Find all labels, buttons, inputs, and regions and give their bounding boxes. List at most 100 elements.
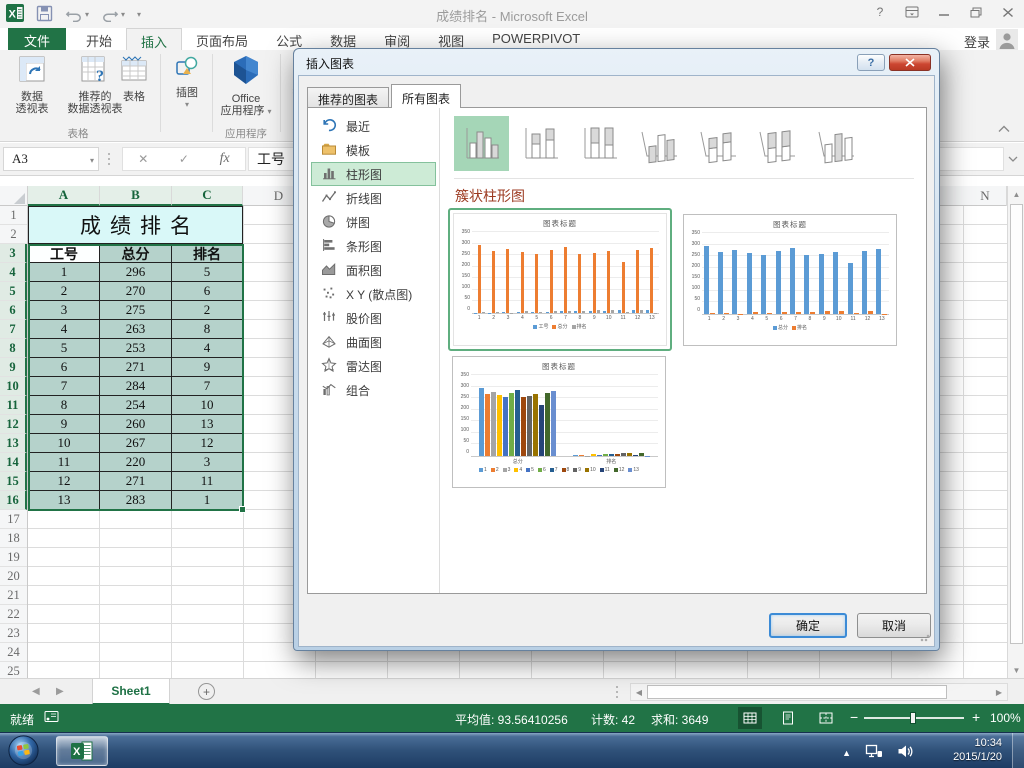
chart-preview-1[interactable]: 图表标题350300250200150100500123456789101112… <box>448 208 672 351</box>
sheet-nav-left-arrow[interactable]: ◀ <box>32 686 40 697</box>
volume-icon[interactable] <box>897 743 914 762</box>
table-cell[interactable]: 296 <box>100 263 172 282</box>
scroll-left-arrow[interactable]: ◀ <box>632 685 646 699</box>
row-header-20[interactable]: 20 <box>0 567 27 586</box>
row-header-10[interactable]: 10 <box>0 377 27 396</box>
row-header-16[interactable]: 16 <box>0 491 27 510</box>
close-button[interactable] <box>996 2 1020 22</box>
table-cell[interactable]: 2 <box>172 301 243 320</box>
chart-preview-3[interactable]: 图表标题350300250200150100500总分排名12345678910… <box>452 356 666 488</box>
table-cell[interactable]: 11 <box>172 472 243 491</box>
page-break-preview-button[interactable] <box>814 707 838 729</box>
chart-type-combo[interactable]: 组合 <box>311 378 436 402</box>
table-cell[interactable]: 7 <box>28 377 100 396</box>
name-box-dropdown[interactable]: ▾ <box>90 156 94 165</box>
illustrations-button[interactable]: 插图 ▾ <box>166 54 208 111</box>
ribbon-tab-file[interactable]: 文件 <box>8 28 66 50</box>
row-header-21[interactable]: 21 <box>0 586 27 605</box>
chart-type-recent[interactable]: 最近 <box>311 114 436 138</box>
row-header-3[interactable]: 3 <box>0 244 27 263</box>
zoom-level[interactable]: 100% <box>990 711 1021 725</box>
row-header-9[interactable]: 9 <box>0 358 27 377</box>
chart-type-pie[interactable]: 饼图 <box>311 210 436 234</box>
ribbon-display-options-button[interactable] <box>900 2 924 22</box>
table-cell[interactable]: 271 <box>100 472 172 491</box>
table-cell[interactable]: 275 <box>100 301 172 320</box>
chart-type-area[interactable]: 面积图 <box>311 258 436 282</box>
dialog-tab-all-charts[interactable]: 所有图表 <box>391 84 461 108</box>
row-header-17[interactable]: 17 <box>0 510 27 529</box>
pivottable-button[interactable]: 数据 透视表 <box>6 54 58 115</box>
vertical-scroll-thumb[interactable] <box>1010 204 1023 644</box>
table-cell[interactable]: 2 <box>28 282 100 301</box>
expand-formula-bar-icon[interactable] <box>1008 155 1018 165</box>
row-header-4[interactable]: 4 <box>0 263 27 282</box>
table-cell[interactable]: 6 <box>172 282 243 301</box>
table-cell[interactable]: 267 <box>100 434 172 453</box>
cancel-entry-icon[interactable]: ✕ <box>138 152 148 166</box>
row-header-24[interactable]: 24 <box>0 643 27 662</box>
subtype-stacked100-column[interactable] <box>572 116 627 171</box>
row-header-12[interactable]: 12 <box>0 415 27 434</box>
row-header-18[interactable]: 18 <box>0 529 27 548</box>
header-cell-工号[interactable]: 工号 <box>28 244 100 263</box>
ribbon-tab-review[interactable]: 审阅 <box>370 28 424 50</box>
chart-type-bar[interactable]: 条形图 <box>311 234 436 258</box>
row-header-8[interactable]: 8 <box>0 339 27 358</box>
table-cell[interactable]: 9 <box>172 358 243 377</box>
ribbon-tab-page-layout[interactable]: 页面布局 <box>182 28 262 50</box>
ribbon-tab-home[interactable]: 开始 <box>72 28 126 50</box>
subtype-3d-column[interactable] <box>808 116 863 171</box>
table-cell[interactable]: 9 <box>28 415 100 434</box>
clock[interactable]: 10:34 2015/1/20 <box>953 736 1002 764</box>
sheet-tab-sheet1[interactable]: Sheet1 <box>92 679 170 705</box>
zoom-out-button[interactable]: − <box>850 709 858 725</box>
table-cell[interactable]: 10 <box>172 396 243 415</box>
chart-type-scatter[interactable]: X Y (散点图) <box>311 282 436 306</box>
chart-type-radar[interactable]: 雷达图 <box>311 354 436 378</box>
horizontal-scrollbar[interactable]: ◀ ▶ <box>630 683 1008 701</box>
table-cell[interactable]: 284 <box>100 377 172 396</box>
data-table[interactable]: 成绩排名 工号总分排名 1296522706327524263852534627… <box>28 206 244 510</box>
column-header-C[interactable]: C <box>172 186 243 206</box>
resize-grip[interactable] <box>920 632 930 642</box>
table-cell[interactable]: 260 <box>100 415 172 434</box>
table-button[interactable]: 表格 <box>112 54 156 103</box>
status-count[interactable]: 计数: 42 <box>591 711 635 728</box>
table-cell[interactable]: 13 <box>172 415 243 434</box>
table-cell[interactable]: 5 <box>172 263 243 282</box>
macro-record-icon[interactable] <box>44 710 59 726</box>
restore-button[interactable] <box>964 2 988 22</box>
row-header-1[interactable]: 1 <box>0 206 27 225</box>
table-cell[interactable]: 8 <box>28 396 100 415</box>
start-button[interactable] <box>8 735 39 768</box>
table-cell[interactable]: 270 <box>100 282 172 301</box>
table-cell[interactable]: 4 <box>28 320 100 339</box>
sign-in-link[interactable]: 登录 <box>964 32 990 51</box>
subtype-stacked-column[interactable] <box>513 116 568 171</box>
row-header-6[interactable]: 6 <box>0 301 27 320</box>
row-header-5[interactable]: 5 <box>0 282 27 301</box>
dialog-close-button[interactable] <box>889 54 931 71</box>
new-sheet-button[interactable]: + <box>198 683 215 700</box>
row-header-25[interactable]: 25 <box>0 662 27 678</box>
collapse-ribbon-icon[interactable] <box>998 122 1010 136</box>
table-cell[interactable]: 12 <box>172 434 243 453</box>
select-all-corner[interactable] <box>0 186 28 206</box>
row-header-23[interactable]: 23 <box>0 624 27 643</box>
header-cell-排名[interactable]: 排名 <box>172 244 243 263</box>
normal-view-button[interactable] <box>738 707 762 729</box>
row-header-15[interactable]: 15 <box>0 472 27 491</box>
confirm-entry-icon[interactable]: ✓ <box>179 152 189 166</box>
ok-button[interactable]: 确定 <box>769 613 847 638</box>
network-icon[interactable] <box>865 743 883 762</box>
column-header-A[interactable]: A <box>28 186 100 206</box>
table-cell[interactable]: 7 <box>172 377 243 396</box>
table-title-cell[interactable]: 成绩排名 <box>28 206 243 244</box>
table-cell[interactable]: 3 <box>172 453 243 472</box>
column-header-N[interactable]: N <box>964 186 1007 206</box>
table-cell[interactable]: 12 <box>28 472 100 491</box>
row-header-14[interactable]: 14 <box>0 453 27 472</box>
chart-type-template[interactable]: 模板 <box>311 138 436 162</box>
table-cell[interactable]: 1 <box>28 263 100 282</box>
